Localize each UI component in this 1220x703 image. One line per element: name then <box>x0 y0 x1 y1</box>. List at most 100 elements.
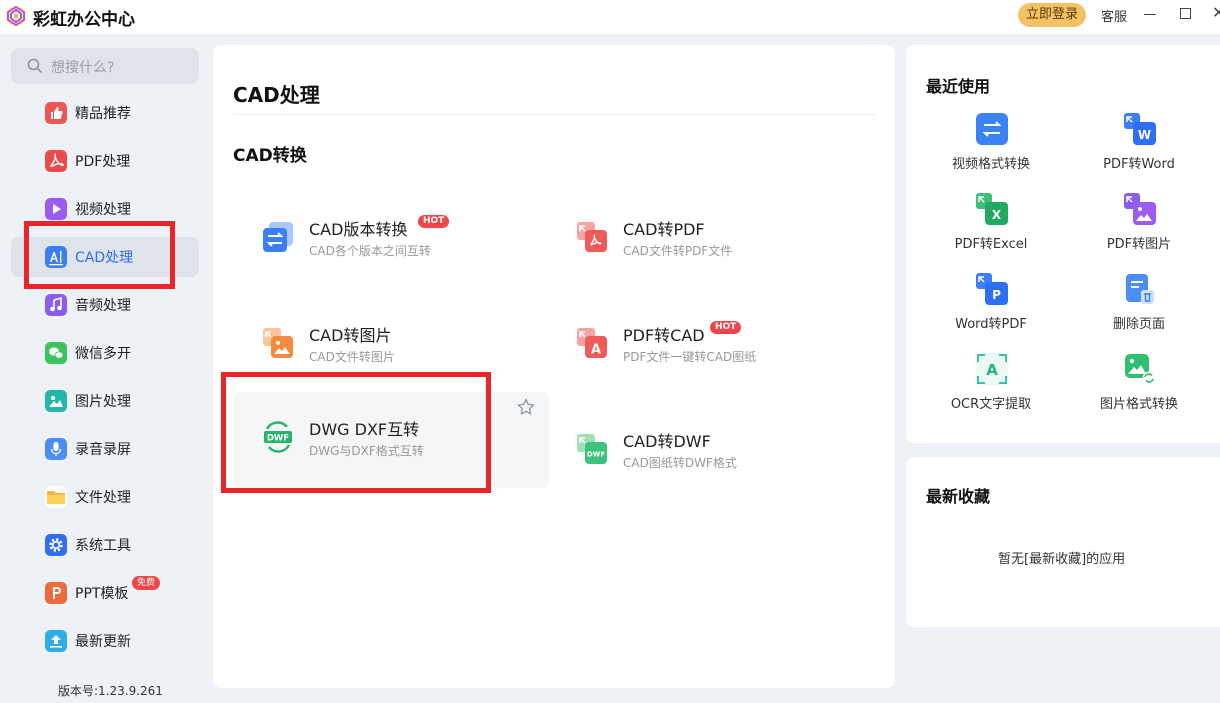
play-icon <box>45 198 67 220</box>
image-icon <box>45 390 67 412</box>
microphone-icon <box>45 438 67 460</box>
cad-to-dwf-icon-label: DWF <box>587 451 606 459</box>
pdf-to-word-icon-letter: W <box>1138 128 1151 142</box>
highlight-box-dwg-dxf <box>221 372 491 493</box>
recent-item-label: OCR文字提取 <box>950 397 1032 412</box>
search-placeholder: 想搜什么? <box>51 60 115 76</box>
ocr-icon: A <box>976 353 1008 385</box>
recent-item-pdf-to-excel[interactable]: X PDF转Excel <box>916 193 1066 263</box>
recent-item-label: 删除页面 <box>1112 317 1165 332</box>
recent-item-video-convert[interactable]: 视频格式转换 <box>916 113 1066 183</box>
tool-desc: PDF文件一键转CAD图纸 <box>623 350 757 364</box>
sidebar-item-record[interactable]: 录音录屏 <box>11 429 199 469</box>
section-title: CAD转换 <box>233 146 307 166</box>
recent-item-label: PDF转Excel <box>954 237 1028 252</box>
sidebar-item-label: 音频处理 <box>75 298 131 314</box>
app-title: 彩虹办公中心 <box>33 10 135 30</box>
sidebar-item-file[interactable]: 文件处理 <box>11 477 199 517</box>
folder-icon <box>45 486 67 508</box>
sidebar-item-label: 系统工具 <box>75 538 131 554</box>
tool-pdf-to-cad[interactable]: A PDF转CAD HOT PDF文件一键转CAD图纸 <box>547 298 863 394</box>
sidebar-item-pdf[interactable]: PDF处理 <box>11 141 199 181</box>
title-bar: 彩虹办公中心 立即登录 客服 ✕ <box>0 0 1220 34</box>
sidebar-item-label: 文件处理 <box>75 490 131 506</box>
sidebar-item-label: 微信多开 <box>75 346 131 362</box>
tool-name: CAD转图片 <box>309 326 392 345</box>
delete-page-icon <box>1126 274 1154 304</box>
recent-item-label: 视频格式转换 <box>951 157 1030 172</box>
pdf-to-excel-icon: X <box>976 193 1008 225</box>
maximize-icon[interactable] <box>1180 8 1191 19</box>
tool-desc: CAD文件转PDF文件 <box>623 244 733 258</box>
tool-name: CAD版本转换 <box>309 220 408 239</box>
sidebar-item-image[interactable]: 图片处理 <box>11 381 199 421</box>
search-icon <box>27 58 43 74</box>
recent-item-image-convert[interactable]: 图片格式转换 <box>1064 353 1214 423</box>
pdf-to-cad-icon: A <box>577 328 607 358</box>
recent-item-delete-page[interactable]: 删除页面 <box>1064 273 1214 343</box>
tool-name: CAD转DWF <box>623 432 711 451</box>
tool-cad-to-pdf[interactable]: CAD转PDF CAD文件转PDF文件 <box>547 192 863 288</box>
sidebar-item-updates[interactable]: 最新更新 <box>11 621 199 661</box>
favorites-title: 最新收藏 <box>926 487 991 506</box>
sidebar-item-label: PPT模板 <box>75 586 129 602</box>
login-button[interactable]: 立即登录 <box>1018 3 1086 27</box>
cad-version-icon <box>263 222 293 252</box>
recent-item-label: PDF转Word <box>1103 157 1175 172</box>
gear-icon <box>45 534 67 556</box>
app-logo-icon <box>6 6 26 26</box>
recent-title: 最近使用 <box>926 77 991 96</box>
tool-cad-version[interactable]: CAD版本转换 HOT CAD各个版本之间互转 <box>233 192 549 288</box>
cad-to-image-icon <box>263 328 293 358</box>
image-convert-icon <box>1125 354 1156 385</box>
sidebar-item-label: 视频处理 <box>75 202 131 218</box>
sidebar-item-label: 精品推荐 <box>75 106 131 122</box>
favorites-empty-text: 暂无[最新收藏]的应用 <box>998 552 1126 567</box>
word-to-pdf-icon-letter: P <box>992 288 1001 302</box>
ppt-icon <box>45 582 67 604</box>
tool-desc: CAD各个版本之间互转 <box>309 244 431 258</box>
sidebar-item-label: PDF处理 <box>75 154 131 170</box>
pdf-to-word-icon: W <box>1124 113 1156 145</box>
customer-service-link[interactable]: 客服 <box>1101 6 1127 25</box>
minimize-icon[interactable] <box>1144 14 1156 15</box>
search-input[interactable]: 想搜什么? <box>11 48 199 84</box>
recent-item-ocr[interactable]: A OCR文字提取 <box>916 353 1066 423</box>
tool-desc: CAD图纸转DWF格式 <box>623 456 737 470</box>
sidebar-item-label: 最新更新 <box>75 634 131 650</box>
close-icon[interactable]: ✕ <box>1212 3 1220 22</box>
highlight-box-cad <box>24 221 175 289</box>
favorites-panel: 最新收藏 暂无[最新收藏]的应用 <box>906 457 1220 627</box>
hot-badge: HOT <box>710 321 742 334</box>
recent-item-label: PDF转图片 <box>1106 237 1172 252</box>
wechat-icon <box>45 342 67 364</box>
recent-panel: 最近使用 视频格式转换 W PDF转Word X PDF转Excel PDF转图… <box>906 45 1220 443</box>
pdf-to-cad-icon-letter: A <box>591 343 601 358</box>
sidebar-item-ppt[interactable]: PPT模板 免费 <box>11 573 199 613</box>
recent-item-label: 图片格式转换 <box>1099 397 1178 412</box>
sidebar-item-audio[interactable]: 音频处理 <box>11 285 199 325</box>
sidebar-item-label: 图片处理 <box>75 394 131 410</box>
cad-to-pdf-icon <box>577 222 607 252</box>
word-to-pdf-icon: P <box>976 273 1008 305</box>
sidebar-item-system[interactable]: 系统工具 <box>11 525 199 565</box>
recent-item-label: Word转PDF <box>955 317 1027 332</box>
cad-to-dwf-icon: DWF <box>577 434 607 464</box>
recent-item-word-to-pdf[interactable]: P Word转PDF <box>916 273 1066 343</box>
sidebar-item-wechat[interactable]: 微信多开 <box>11 333 199 373</box>
ocr-icon-letter: A <box>986 361 998 379</box>
video-convert-icon <box>976 113 1008 145</box>
recent-item-pdf-to-image[interactable]: PDF转图片 <box>1064 193 1214 263</box>
page-title: CAD处理 <box>233 83 320 107</box>
tool-desc: CAD文件转图片 <box>309 350 395 364</box>
thumbs-up-icon <box>45 102 67 124</box>
tool-cad-to-dwf[interactable]: DWF CAD转DWF CAD图纸转DWF格式 <box>547 404 863 500</box>
version-label: 版本号:1.23.9.261 <box>58 684 163 698</box>
main-panel: CAD处理 CAD转换 CAD版本转换 HOT CAD各个版本之间互转 CAD转… <box>213 45 895 688</box>
pdf-to-excel-icon-letter: X <box>992 208 1002 222</box>
music-icon <box>45 294 67 316</box>
star-icon[interactable] <box>517 398 535 416</box>
recent-item-pdf-to-word[interactable]: W PDF转Word <box>1064 113 1214 183</box>
sidebar-item-recommended[interactable]: 精品推荐 <box>11 93 199 133</box>
tool-name: PDF转CAD <box>623 326 705 345</box>
